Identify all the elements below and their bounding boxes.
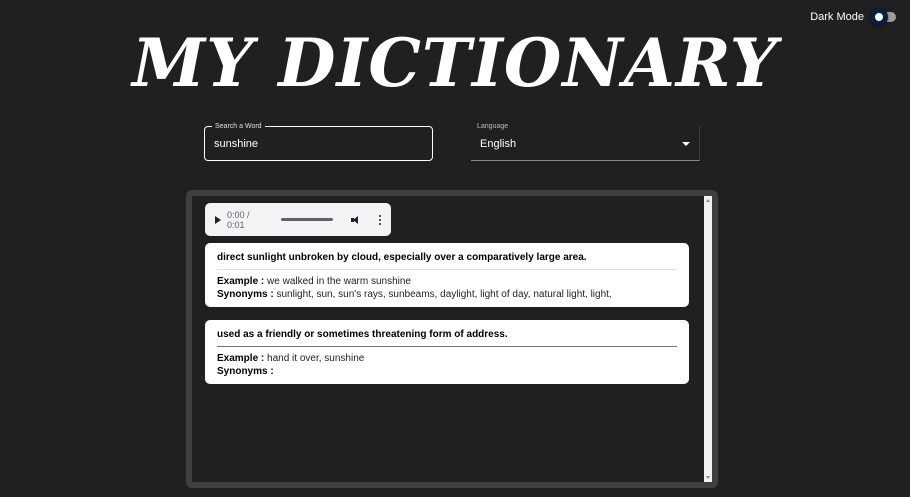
synonyms-label: Synonyms : <box>217 289 274 300</box>
scrollbar[interactable] <box>704 196 712 482</box>
language-label: Language <box>477 123 509 130</box>
synonyms-label: Synonyms : <box>217 366 274 377</box>
page-title: MY DICTIONARY <box>132 24 778 102</box>
definition-text: used as a friendly or sometimes threaten… <box>217 328 677 347</box>
dark-mode-switch[interactable] <box>870 8 898 26</box>
audio-time: 0:00 / 0:01 <box>227 209 250 230</box>
audio-player[interactable]: 0:00 / 0:01 <box>205 203 391 236</box>
definition-text: direct sunlight unbroken by cloud, espec… <box>217 251 677 270</box>
language-value: English <box>480 138 517 150</box>
synonyms-text: sunlight, sun, sun's rays, sunbeams, day… <box>276 289 612 300</box>
definition-card: used as a friendly or sometimes threaten… <box>205 320 689 384</box>
search-field[interactable]: Search a Word <box>204 122 433 161</box>
more-vertical-icon[interactable] <box>379 214 381 225</box>
scroll-up-icon[interactable] <box>706 199 710 202</box>
chevron-down-icon[interactable] <box>682 142 690 146</box>
dark-mode-label: Dark Mode <box>810 11 864 23</box>
dark-mode-toggle[interactable]: Dark Mode <box>810 8 898 26</box>
synonyms-line: Synonyms : sunlight, sun, sun's rays, su… <box>217 288 677 301</box>
example-text: hand it over, sunshine <box>267 353 365 364</box>
example-line: Example : we walked in the warm sunshine <box>217 275 677 288</box>
switch-knob[interactable] <box>870 8 888 26</box>
language-select[interactable]: Language English <box>471 123 700 161</box>
definition-card: direct sunlight unbroken by cloud, espec… <box>205 243 689 307</box>
results-panel: 0:00 / 0:01 direct sunlight unbroken by … <box>186 190 718 488</box>
audio-progress-slider[interactable] <box>281 218 334 221</box>
search-label: Search a Word <box>212 122 265 131</box>
example-line: Example : hand it over, sunshine <box>217 352 677 365</box>
volume-icon[interactable] <box>351 215 363 225</box>
synonyms-line: Synonyms : <box>217 365 677 378</box>
search-input[interactable] <box>205 127 432 160</box>
example-text: we walked in the warm sunshine <box>267 276 411 287</box>
example-label: Example : <box>217 353 265 364</box>
example-label: Example : <box>217 276 265 287</box>
play-icon[interactable] <box>215 215 221 224</box>
scroll-down-icon[interactable] <box>706 476 710 479</box>
